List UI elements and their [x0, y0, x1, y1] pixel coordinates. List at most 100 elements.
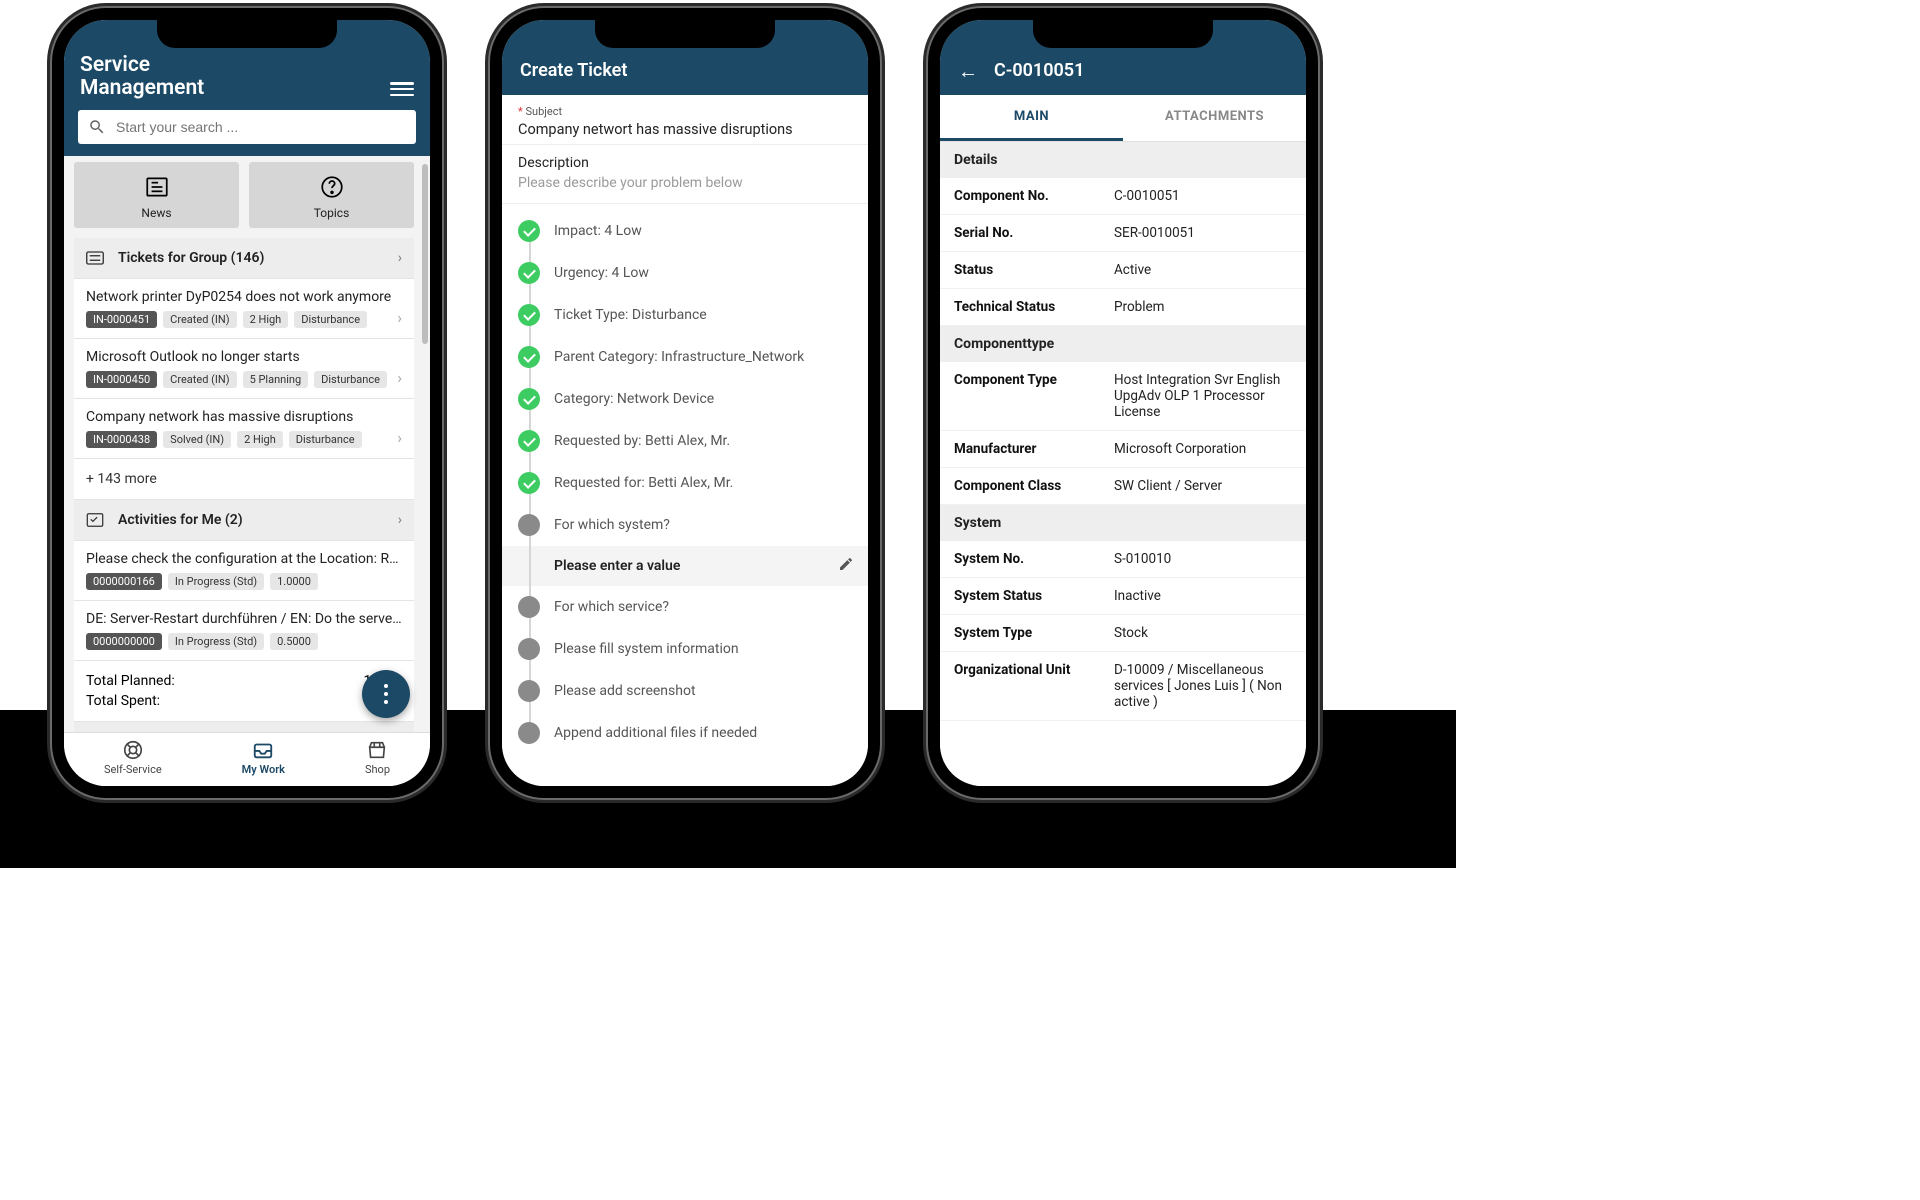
bottom-nav: Self-Service My Work Shop [64, 732, 430, 786]
step-done[interactable]: Requested for: Betti Alex, Mr. [518, 462, 868, 504]
section-activities-me[interactable]: Activities for Me (2) › [74, 500, 414, 541]
ticket-priority-tag: 2 High [243, 311, 289, 328]
step-todo[interactable]: Please add screenshot [518, 670, 868, 712]
check-icon [518, 304, 540, 326]
step-label: Please enter a value [554, 558, 680, 574]
activity-row[interactable]: DE: Server-Restart durchführen / EN: Do … [74, 601, 414, 661]
detail-value: S-010010 [1114, 551, 1292, 567]
detail-title: C-0010051 [994, 60, 1084, 81]
detail-value: C-0010051 [1114, 188, 1292, 204]
nav-shop[interactable]: Shop [365, 739, 390, 776]
subject-field[interactable]: * Subject Company networt has massive di… [502, 95, 868, 145]
scrollbar[interactable] [422, 164, 428, 344]
step-todo[interactable]: Append additional files if needed [518, 712, 868, 754]
step-done[interactable]: Urgency: 4 Low [518, 252, 868, 294]
activity-row[interactable]: Please check the configuration at the Lo… [74, 541, 414, 601]
checklist-icon [86, 513, 104, 527]
chevron-right-icon: › [398, 250, 402, 266]
step-done[interactable]: Requested by: Betti Alex, Mr. [518, 420, 868, 462]
step-label: Requested by: Betti Alex, Mr. [554, 433, 730, 449]
check-icon [518, 472, 540, 494]
wizard-steps: Impact: 4 Low Urgency: 4 LowTicket Type: … [502, 204, 868, 760]
bullet-icon [518, 680, 540, 702]
phone-notch [595, 20, 775, 48]
step-label: Category: Network Device [554, 391, 714, 407]
description-placeholder: Please describe your problem below [518, 175, 852, 191]
step-todo[interactable]: For which service? [518, 586, 868, 628]
bullet-icon [518, 596, 540, 618]
nav-my-work[interactable]: My Work [242, 739, 285, 776]
detail-row: System No.S-010010 [940, 541, 1306, 578]
check-icon [518, 346, 540, 368]
ticket-title: Microsoft Outlook no longer starts [86, 349, 402, 365]
bullet-icon [518, 722, 540, 744]
detail-value: Host Integration Svr English UpgAdv OLP … [1114, 372, 1292, 420]
tile-news[interactable]: News [74, 162, 239, 228]
search-input[interactable] [116, 119, 406, 135]
detail-row: System StatusInactive [940, 578, 1306, 615]
step-label: Impact: 4 Low [554, 223, 642, 239]
search-bar[interactable] [78, 110, 416, 144]
activity-status-tag: In Progress (Std) [168, 633, 264, 650]
ticket-type-tag: Disturbance [314, 371, 387, 388]
total-planned-label: Total Planned: [86, 673, 175, 689]
ticket-row[interactable]: Microsoft Outlook no longer startsIN-000… [74, 339, 414, 399]
group-header: System [940, 505, 1306, 541]
group-header: Componenttype [940, 326, 1306, 362]
more-tickets[interactable]: + 143 more [74, 459, 414, 500]
tile-topics[interactable]: Topics [249, 162, 414, 228]
tile-news-label: News [141, 206, 171, 220]
back-icon[interactable]: ← [958, 61, 978, 81]
detail-body: DetailsComponent No.C-0010051 Serial No. S… [940, 142, 1306, 786]
ticket-row[interactable]: Network printer DyP0254 does not work an… [74, 279, 414, 339]
subject-value: Company networt has massive disruptions [518, 118, 852, 138]
ticket-type-tag: Disturbance [294, 311, 367, 328]
activity-value-tag: 1.0000 [270, 573, 318, 590]
step-prompt[interactable]: Please enter a value [502, 546, 868, 586]
edit-icon[interactable] [838, 556, 854, 576]
lifebuoy-icon [122, 739, 144, 761]
ticket-row[interactable]: Company network has massive disruptionsI… [74, 399, 414, 459]
fab-more[interactable] [362, 670, 410, 718]
check-icon [518, 262, 540, 284]
nav-self-service[interactable]: Self-Service [104, 739, 162, 776]
tile-topics-label: Topics [314, 206, 350, 220]
step-todo[interactable]: For which system? [518, 504, 868, 546]
group-header: Details [940, 142, 1306, 178]
detail-row: Component No.C-0010051 [940, 178, 1306, 215]
detail-row: Technical StatusProblem [940, 289, 1306, 326]
step-done[interactable]: Impact: 4 Low [518, 210, 868, 252]
section-tickets-me[interactable]: Tickets for Me (139) › [74, 722, 414, 732]
nav-label: My Work [242, 763, 285, 776]
phone-service-management: Service Management News [52, 8, 442, 798]
step-done[interactable]: Category: Network Device [518, 378, 868, 420]
ticket-id-tag: IN-0000438 [86, 431, 157, 448]
subject-label: * Subject [518, 105, 852, 118]
chevron-right-icon: › [397, 368, 402, 387]
step-done[interactable]: Ticket Type: Disturbance [518, 294, 868, 336]
step-label: Requested for: Betti Alex, Mr. [554, 475, 733, 491]
section-tickets-group[interactable]: Tickets for Group (146) › [74, 238, 414, 279]
tab-main[interactable]: MAIN [940, 95, 1123, 141]
activity-status-tag: In Progress (Std) [168, 573, 264, 590]
description-field[interactable]: Description Please describe your problem… [502, 145, 868, 204]
ticket-id-tag: IN-0000451 [86, 311, 157, 328]
step-done[interactable]: Parent Category: Infrastructure_Network [518, 336, 868, 378]
chevron-right-icon: › [397, 428, 402, 447]
tab-attachments[interactable]: ATTACHMENTS [1123, 95, 1306, 141]
ticket-type-tag: Disturbance [289, 431, 362, 448]
phone-notch [157, 20, 337, 48]
chevron-right-icon: › [398, 512, 402, 528]
more-label: + 143 more [86, 471, 157, 487]
ticket-status-tag: Created (IN) [163, 371, 236, 388]
detail-value: SW Client / Server [1114, 478, 1292, 494]
step-todo[interactable]: Please fill system information [518, 628, 868, 670]
detail-key: Serial No. [954, 225, 1104, 241]
step-label: For which system? [554, 517, 670, 533]
detail-value: Active [1114, 262, 1292, 278]
section-label: Tickets for Group (146) [118, 250, 264, 266]
detail-key: Organizational Unit [954, 662, 1104, 710]
detail-key: Status [954, 262, 1104, 278]
detail-row: System TypeStock [940, 615, 1306, 652]
menu-icon[interactable] [390, 82, 414, 100]
